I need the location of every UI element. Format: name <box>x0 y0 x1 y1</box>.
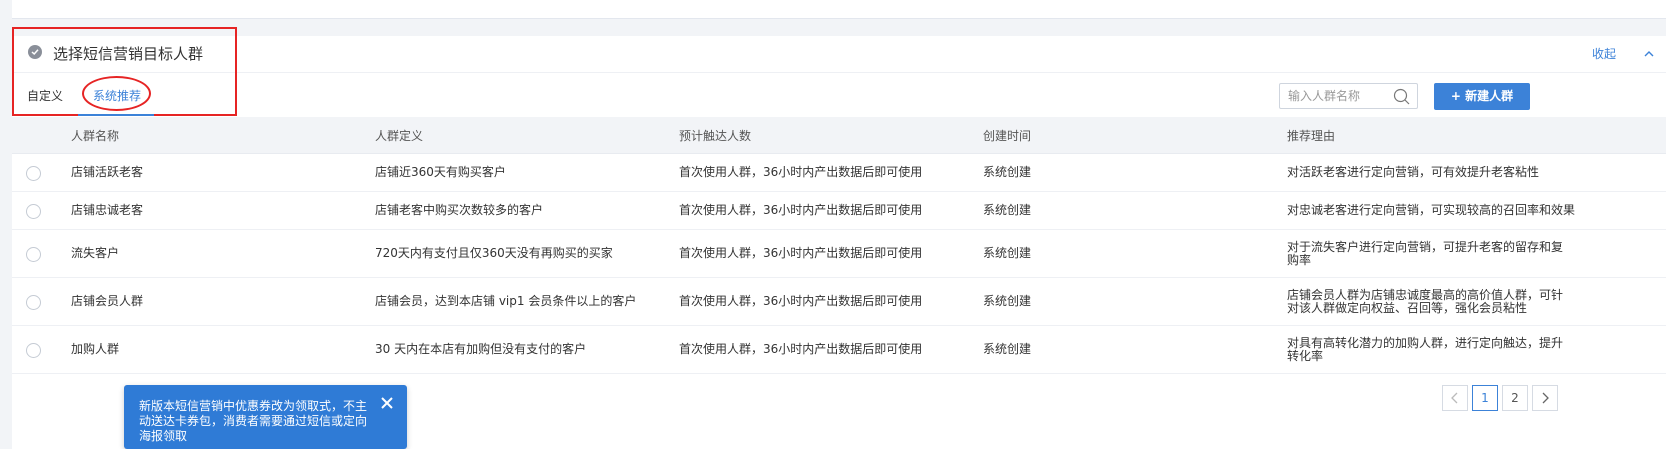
column-header-definition: 人群定义 <box>375 129 424 143</box>
cell-reach: 首次使用人群，36小时内产出数据后即可使用 <box>679 203 923 217</box>
cell-name: 加购人群 <box>71 342 120 356</box>
cell-reach: 首次使用人群，36小时内产出数据后即可使用 <box>679 294 923 308</box>
cell-reason: 对忠诚老客进行定向营销，可实现较高的召回率和效果 <box>1287 203 1576 217</box>
previous-section-strip <box>12 0 1666 19</box>
chevron-up-icon[interactable] <box>1644 49 1654 59</box>
row-radio[interactable] <box>26 343 41 358</box>
cell-name: 店铺活跃老客 <box>71 165 144 179</box>
tab-custom[interactable]: 自定义 <box>27 88 63 104</box>
chevron-left-icon <box>1451 392 1458 404</box>
close-icon[interactable] <box>380 396 394 410</box>
check-circle-icon <box>28 45 42 59</box>
cell-name: 店铺忠诚老客 <box>71 203 144 217</box>
cell-created: 系统创建 <box>983 246 1032 260</box>
next-page-button[interactable] <box>1532 385 1558 411</box>
column-header-created: 创建时间 <box>983 129 1032 143</box>
prev-page-button[interactable] <box>1442 385 1468 411</box>
row-radio[interactable] <box>26 247 41 262</box>
column-header-reach: 预计触达人数 <box>679 129 752 143</box>
chevron-right-icon <box>1542 392 1549 404</box>
cell-reason: 店铺会员人群为店铺忠诚度最高的高价值人群，可针对该人群做定向权益、召回等，强化会… <box>1287 288 1564 315</box>
cell-reach: 首次使用人群，36小时内产出数据后即可使用 <box>679 342 923 356</box>
table-row[interactable]: 店铺会员人群 店铺会员，达到本店铺 vip1 会员条件以上的客户 首次使用人群，… <box>12 278 1666 326</box>
page-2-button[interactable]: 2 <box>1502 385 1528 411</box>
cell-definition: 30 天内在本店有加购但没有支付的客户 <box>375 342 587 356</box>
active-tab-underline <box>78 114 154 116</box>
cell-reason: 对具有高转化潜力的加购人群，进行定向触达，提升转化率 <box>1287 336 1564 363</box>
cell-definition: 店铺会员，达到本店铺 vip1 会员条件以上的客户 <box>375 294 637 308</box>
cell-definition: 店铺老客中购买次数较多的客户 <box>375 203 544 217</box>
cell-reason: 对于流失客户进行定向营销，可提升老客的留存和复购率 <box>1287 240 1564 267</box>
tab-system-recommended[interactable]: 系统推荐 <box>93 88 141 104</box>
section-title: 选择短信营销目标人群 <box>53 45 204 63</box>
cell-definition: 店铺近360天有购买客户 <box>375 165 506 179</box>
table-row[interactable]: 店铺忠诚老客 店铺老客中购买次数较多的客户 首次使用人群，36小时内产出数据后即… <box>12 192 1666 230</box>
cell-created: 系统创建 <box>983 342 1032 356</box>
cell-reach: 首次使用人群，36小时内产出数据后即可使用 <box>679 246 923 260</box>
cell-definition: 720天内有支付且仅360天没有再购买的买家 <box>375 246 613 260</box>
page-1-button[interactable]: 1 <box>1472 385 1498 411</box>
row-radio[interactable] <box>26 166 41 181</box>
table-row[interactable]: 加购人群 30 天内在本店有加购但没有支付的客户 首次使用人群，36小时内产出数… <box>12 326 1666 374</box>
cell-reason: 对活跃老客进行定向营销，可有效提升老客粘性 <box>1287 165 1540 179</box>
search-input[interactable] <box>1288 88 1388 104</box>
cell-name: 店铺会员人群 <box>71 294 144 308</box>
audience-table: 人群名称 人群定义 预计触达人数 创建时间 推荐理由 店铺活跃老客 店铺近360… <box>12 117 1666 374</box>
notification-toast: 新版本短信营销中优惠券改为领取式，不主动送达卡券包，消费者需要通过短信或定向海报… <box>124 385 407 449</box>
column-header-name: 人群名称 <box>71 129 120 143</box>
search-icon[interactable] <box>1393 88 1410 105</box>
row-radio[interactable] <box>26 295 41 310</box>
table-row[interactable]: 流失客户 720天内有支付且仅360天没有再购买的买家 首次使用人群，36小时内… <box>12 230 1666 278</box>
cell-reach: 首次使用人群，36小时内产出数据后即可使用 <box>679 165 923 179</box>
table-row[interactable]: 店铺活跃老客 店铺近360天有购买客户 首次使用人群，36小时内产出数据后即可使… <box>12 154 1666 192</box>
collapse-link[interactable]: 收起 <box>1592 46 1616 62</box>
cell-created: 系统创建 <box>983 165 1032 179</box>
cell-created: 系统创建 <box>983 294 1032 308</box>
new-audience-button[interactable]: + 新建人群 <box>1434 83 1530 110</box>
toast-message: 新版本短信营销中优惠券改为领取式，不主动送达卡券包，消费者需要通过短信或定向海报… <box>139 399 368 443</box>
cell-created: 系统创建 <box>983 203 1032 217</box>
table-header: 人群名称 人群定义 预计触达人数 创建时间 推荐理由 <box>12 117 1666 154</box>
column-header-reason: 推荐理由 <box>1287 129 1336 143</box>
search-box <box>1279 83 1418 109</box>
row-radio[interactable] <box>26 204 41 219</box>
section-header: 选择短信营销目标人群 收起 <box>12 36 1666 73</box>
cell-name: 流失客户 <box>71 246 120 260</box>
